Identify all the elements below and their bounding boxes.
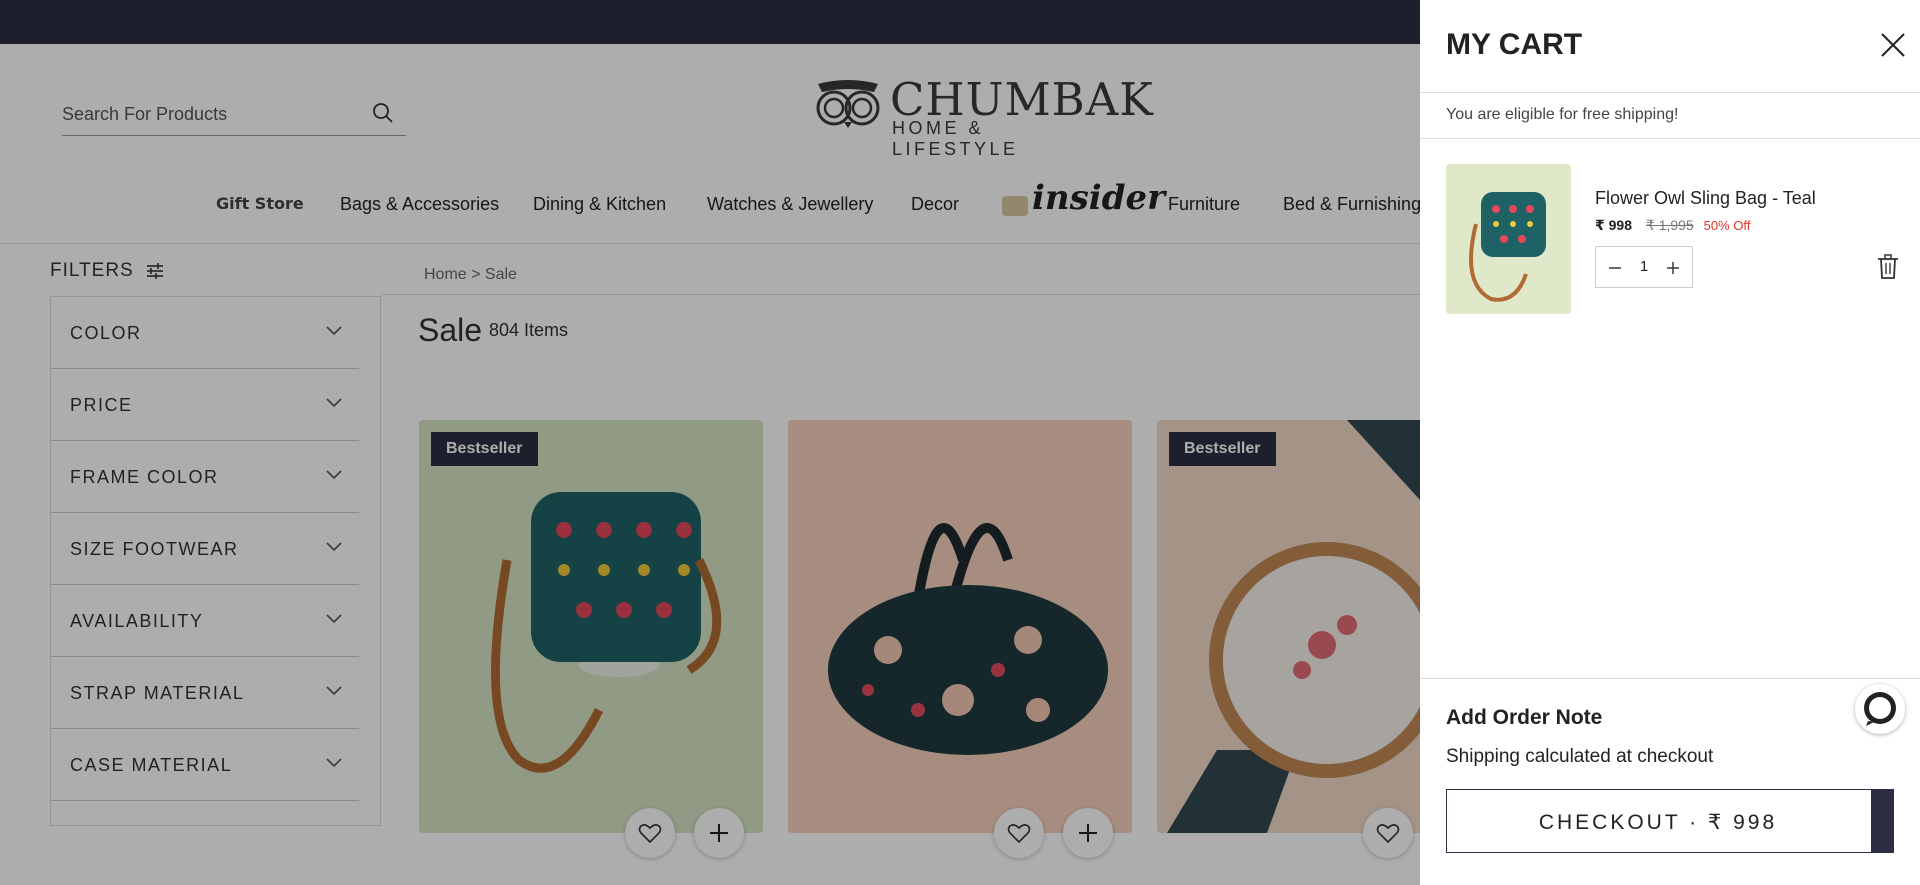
cart-drawer: MY CART You are eligible for free shippi… [1420,0,1920,885]
add-order-note-button[interactable]: Add Order Note [1446,706,1602,730]
shipping-note: Shipping calculated at checkout [1446,746,1714,767]
divider [1420,92,1920,93]
trash-icon[interactable] [1876,254,1900,280]
checkout-button[interactable]: CHECKOUT · ₹ 998 [1446,789,1894,853]
sale-price: ₹ 998 [1595,217,1632,233]
chat-widget-button[interactable] [1855,684,1905,734]
discount-label: 50% Off [1703,218,1751,233]
cart-item-image[interactable] [1446,164,1571,314]
plus-icon[interactable] [1662,257,1684,279]
sling-bag-thumbnail [1446,164,1571,314]
close-icon[interactable] [1880,32,1906,58]
free-shipping-message: You are eligible for free shipping! [1446,106,1679,123]
divider [1420,138,1920,139]
original-price: ₹ 1,995 [1645,217,1694,233]
chat-bubble-icon [1864,692,1896,726]
checkout-label: CHECKOUT · ₹ 998 [1538,811,1778,834]
cart-item-price: ₹ 998 ₹ 1,995 50% Off [1595,217,1750,234]
checkout-accent [1871,790,1893,852]
modal-backdrop[interactable] [0,0,1420,885]
cart-item-name[interactable]: Flower Owl Sling Bag - Teal [1595,188,1816,209]
divider [1420,678,1920,679]
cart-title: MY CART [1446,28,1583,61]
quantity-stepper: 1 [1595,246,1693,288]
